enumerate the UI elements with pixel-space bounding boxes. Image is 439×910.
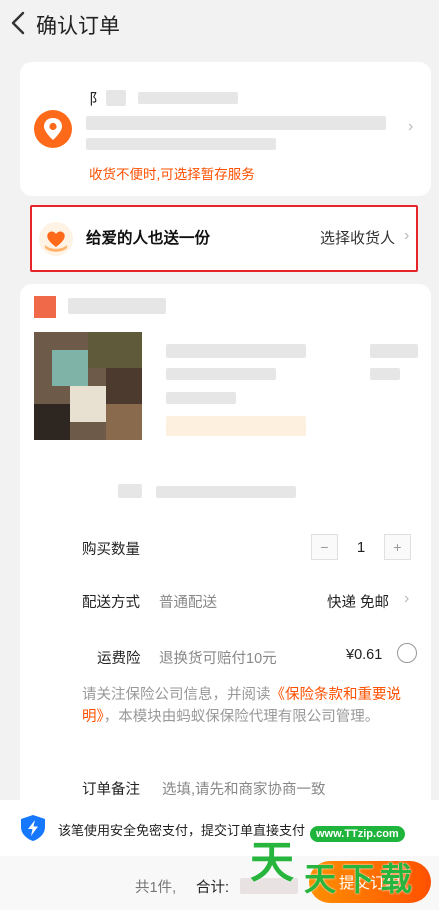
redacted-shop-name [68,298,166,314]
redacted-product-title [166,344,306,358]
gift-chevron-icon: › [404,227,410,244]
item-count: 共1件, [135,880,177,896]
delivery-chevron-icon: › [404,590,410,607]
delivery-value[interactable]: 快递 免邮 [327,591,389,612]
redacted-product-spec [166,368,276,380]
redacted-price [370,344,418,358]
insurance-price: ¥0.61 [346,647,383,663]
redacted-service-text [156,486,296,498]
shop-icon [34,296,56,318]
watermark-char-3: 下 [342,860,375,898]
redacted-address-line-2 [86,138,276,150]
page-title: 确认订单 [36,15,120,38]
insurance-label: 运费险 [97,651,141,667]
redacted-name [106,90,126,106]
site-watermark: www.TTzip.com 天 天 下 载 [250,814,436,910]
notice-text-before: 请关注保险公司信息，并阅读 [82,687,271,703]
gift-send-row[interactable]: 给爱的人也送一份 选择收货人 › [30,205,418,272]
remark-input[interactable]: 选填,请先和商家协商一致 [162,778,326,799]
quantity-plus-button[interactable]: + [384,534,411,560]
quantity-label: 购买数量 [82,542,140,558]
product-thumbnail[interactable] [34,332,142,440]
quantity-value[interactable]: 1 [338,534,384,560]
remark-label: 订单备注 [82,782,140,798]
watermark-char-1: 天 [250,837,294,888]
address-chevron-icon: › [408,118,414,135]
address-hint: 收货不便时,可选择暂存服务 [89,167,255,182]
watermark-char-2: 天 [304,860,337,898]
watermark-char-4: 载 [380,860,413,898]
redacted-product-spec-2 [166,392,236,404]
notice-text-after: ，本模块由蚂蚁保保险代理有限公司管理。 [103,709,380,725]
shield-lightning-icon [21,815,45,841]
order-options: 购买数量 − 1 + 配送方式 普通配送 快递 免邮 › 运费险 退换货可赔付1… [20,514,431,804]
insurance-radio[interactable] [397,643,417,663]
location-pin-icon [34,110,72,148]
recipient-name: 阝 [89,91,105,108]
quantity-minus-button[interactable]: − [311,534,338,560]
insurance-notice: 请关注保险公司信息，并阅读《保险条款和重要说明》，本模块由蚂蚁保保险代理有限公司… [82,684,422,728]
quantity-stepper[interactable]: − 1 + [311,534,411,560]
app-header: 确认订单 [0,0,439,48]
delivery-label: 配送方式 [82,595,140,611]
heart-hand-icon [39,222,73,256]
select-recipient-link[interactable]: 选择收货人 [320,227,395,248]
watermark-domain: www.TTzip.com [310,826,405,842]
redacted-promo-tag [166,416,306,436]
redacted-quantity [370,368,400,380]
insurance-description: 退换货可赔付10元 [159,651,277,667]
total-label: 合计: [196,880,230,896]
back-arrow-icon[interactable] [8,10,30,36]
redacted-service-icon [118,484,142,498]
gift-title: 给爱的人也送一份 [86,230,211,247]
redacted-phone [138,92,238,104]
address-card[interactable]: 阝 › 收货不便时,可选择暂存服务 [20,62,431,196]
delivery-method: 普通配送 [159,595,217,611]
redacted-address-line-1 [86,116,386,130]
product-card [20,284,431,514]
